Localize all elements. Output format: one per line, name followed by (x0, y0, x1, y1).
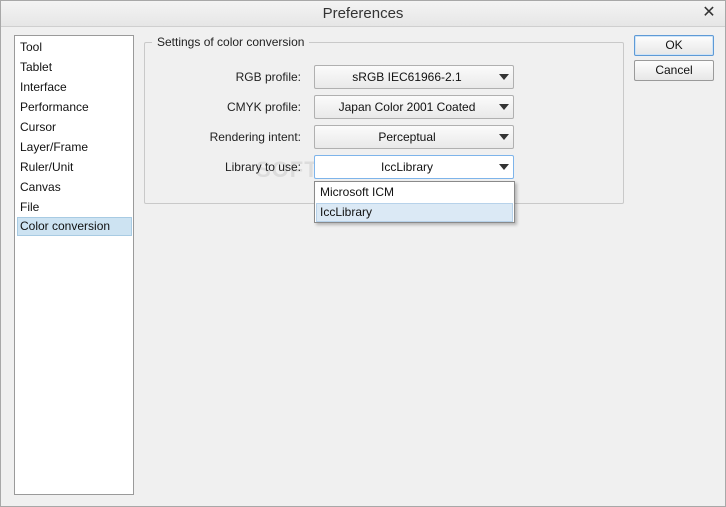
library-label: Library to use: (224, 160, 301, 174)
sidebar-item-color-conversion[interactable]: Color conversion (17, 217, 132, 236)
cmyk-profile-label: CMYK profile: (226, 100, 301, 114)
sidebar-item-performance[interactable]: Performance (17, 98, 132, 117)
library-value: IccLibrary (380, 160, 433, 174)
chevron-down-icon (499, 164, 509, 170)
window-title: Preferences (322, 5, 404, 22)
sidebar-item-cursor[interactable]: Cursor (17, 118, 132, 137)
rendering-intent-value: Perceptual (378, 130, 436, 144)
sidebar-item-layer-frame[interactable]: Layer/Frame (17, 138, 132, 157)
rgb-profile-label: RGB profile: (235, 70, 301, 84)
preferences-dialog: Preferences ✕ Tool Tablet Interface Perf… (0, 0, 726, 507)
rgb-profile-value: sRGB IEC61966-2.1 (352, 70, 462, 84)
sidebar-item-file[interactable]: File (17, 198, 132, 217)
close-icon[interactable]: ✕ (699, 3, 719, 23)
sidebar-item-interface[interactable]: Interface (17, 78, 132, 97)
rendering-intent-label: Rendering intent: (209, 130, 301, 144)
sidebar-item-canvas[interactable]: Canvas (17, 178, 132, 197)
library-dropdown-list[interactable]: Microsoft ICM IccLibrary (314, 181, 515, 223)
sidebar-item-tablet[interactable]: Tablet (17, 58, 132, 77)
cmyk-profile-select[interactable]: Japan Color 2001 Coated (314, 95, 514, 119)
category-list[interactable]: Tool Tablet Interface Performance Cursor… (14, 35, 134, 495)
ok-button[interactable]: OK (634, 35, 714, 56)
rendering-intent-select[interactable]: Perceptual (314, 125, 514, 149)
dropdown-option-icclibrary[interactable]: IccLibrary (316, 203, 513, 222)
cmyk-profile-value: Japan Color 2001 Coated (338, 100, 476, 114)
chevron-down-icon (499, 74, 509, 80)
group-title: Settings of color conversion (152, 35, 310, 49)
chevron-down-icon (499, 134, 509, 140)
title-bar[interactable]: Preferences ✕ (1, 1, 725, 27)
library-select[interactable]: IccLibrary (314, 155, 514, 179)
sidebar-item-tool[interactable]: Tool (17, 38, 132, 57)
cancel-button[interactable]: Cancel (634, 60, 714, 81)
sidebar-item-ruler-unit[interactable]: Ruler/Unit (17, 158, 132, 177)
chevron-down-icon (499, 104, 509, 110)
rgb-profile-select[interactable]: sRGB IEC61966-2.1 (314, 65, 514, 89)
dropdown-option-microsoft-icm[interactable]: Microsoft ICM (316, 183, 513, 202)
